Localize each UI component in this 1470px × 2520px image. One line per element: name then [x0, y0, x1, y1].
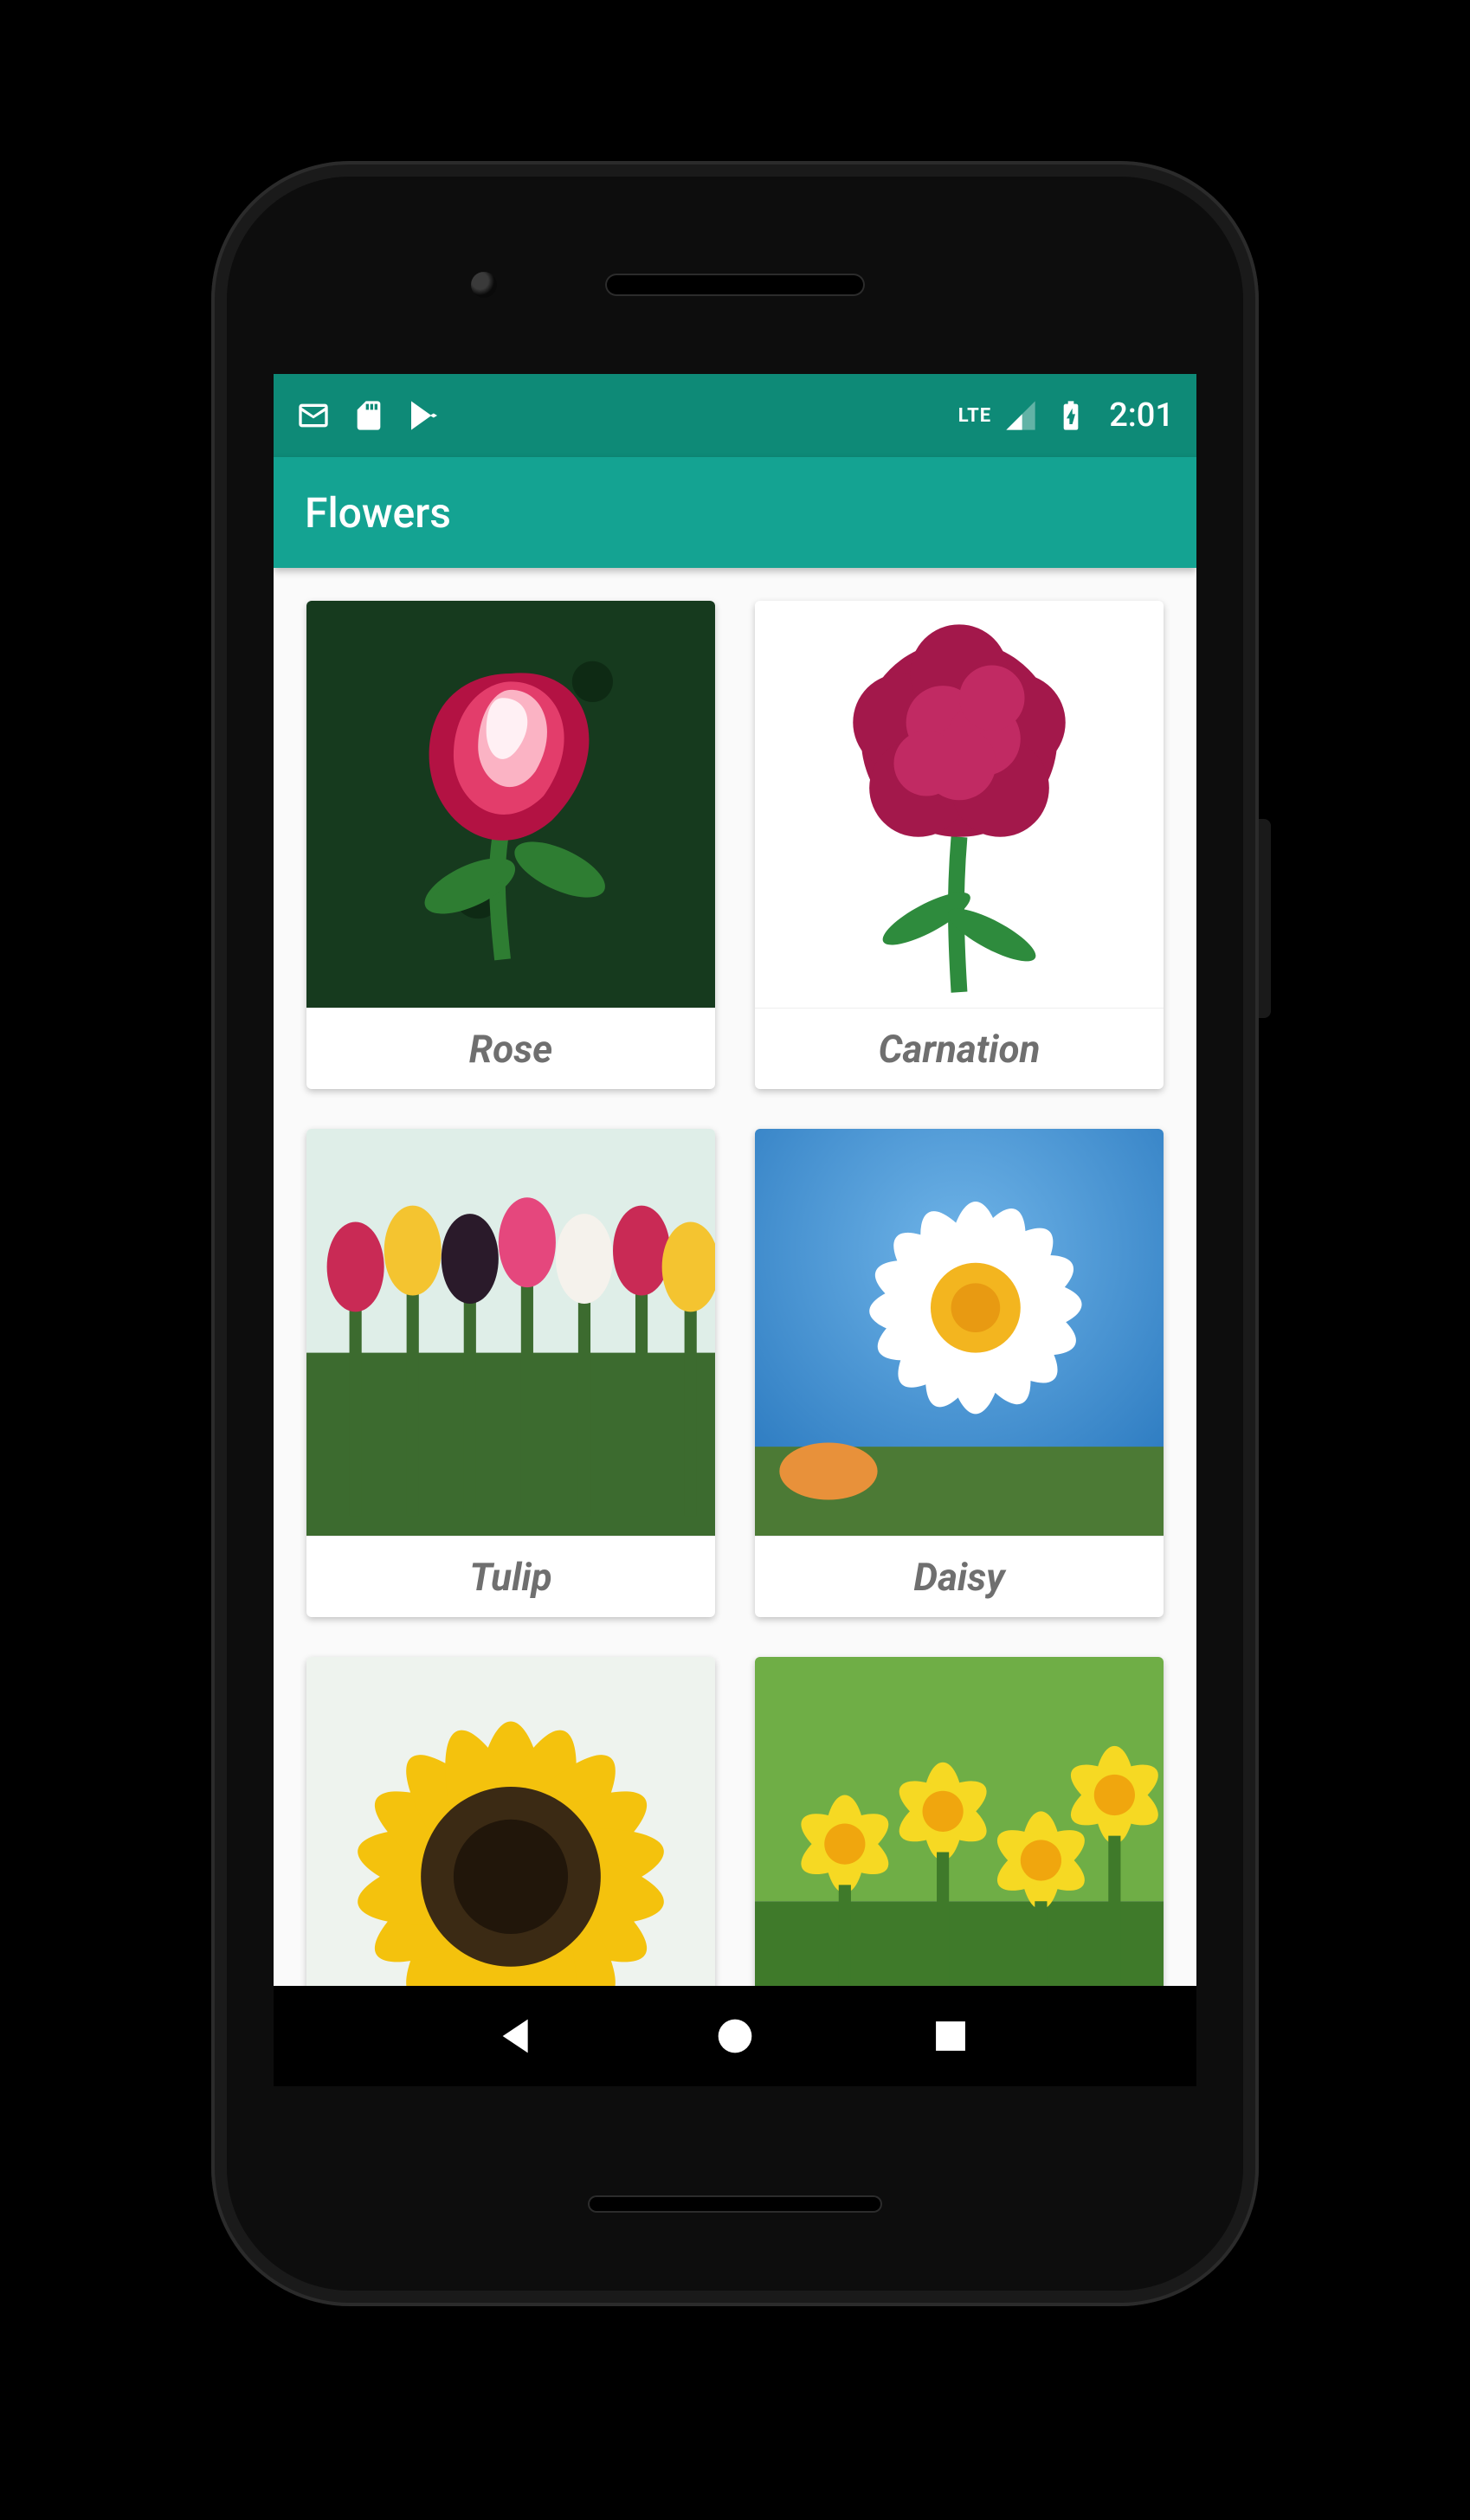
status-bar: LTE 2:01: [274, 374, 1196, 457]
flower-card-rose[interactable]: Rose: [306, 601, 715, 1089]
flower-card-sunflower[interactable]: Sunflower: [306, 1657, 715, 1986]
navigation-bar: [274, 1986, 1196, 2086]
app-bar: Flowers: [274, 457, 1196, 568]
bottom-speaker: [588, 2195, 882, 2213]
network-type-label: LTE: [958, 405, 991, 427]
front-camera: [471, 272, 497, 298]
flower-label: Daisy: [913, 1555, 1004, 1600]
flower-card-daisy[interactable]: Daisy: [755, 1129, 1164, 1617]
flower-card-daffodil[interactable]: Daffodil: [755, 1657, 1164, 1986]
battery-charging-icon: [1054, 398, 1088, 433]
flower-label: Rose: [469, 1027, 552, 1072]
flower-image-carnation: [755, 601, 1164, 1008]
home-button[interactable]: [710, 2011, 760, 2061]
flower-card-tulip[interactable]: Tulip: [306, 1129, 715, 1617]
flower-image-rose: [306, 601, 715, 1008]
screen: LTE 2:01 Flowers: [274, 374, 1196, 2086]
content-scroll[interactable]: Rose: [274, 568, 1196, 1986]
back-button[interactable]: [494, 2011, 545, 2061]
status-clock: 2:01: [1109, 396, 1174, 435]
gmail-icon: [296, 398, 331, 433]
sd-card-icon: [351, 398, 386, 433]
phone-frame: LTE 2:01 Flowers: [211, 161, 1259, 2306]
flower-label: Carnation: [879, 1027, 1041, 1072]
flower-card-carnation[interactable]: Carnation: [755, 601, 1164, 1089]
play-store-icon: [407, 398, 442, 433]
flower-image-daffodil: [755, 1657, 1164, 1986]
flower-image-sunflower: [306, 1657, 715, 1986]
earpiece: [605, 274, 865, 296]
flower-image-daisy: [755, 1129, 1164, 1536]
flower-image-tulip: [306, 1129, 715, 1536]
app-title: Flowers: [305, 488, 451, 538]
recents-button[interactable]: [925, 2011, 976, 2061]
flower-label: Tulip: [469, 1555, 551, 1600]
power-button: [1259, 819, 1271, 1018]
signal-icon: [1003, 398, 1038, 433]
flower-grid: Rose: [274, 568, 1196, 1986]
